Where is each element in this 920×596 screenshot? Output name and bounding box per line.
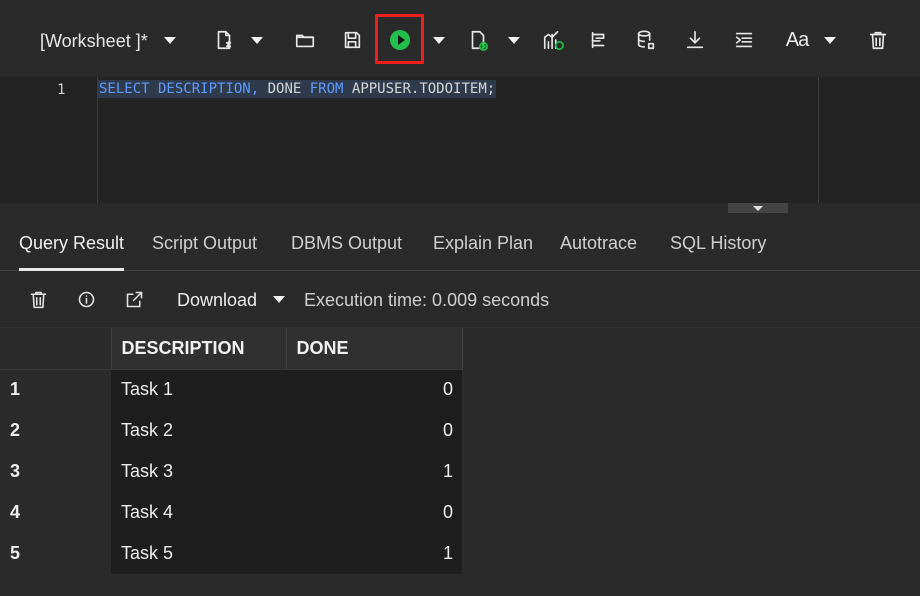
row-number-header: [0, 328, 112, 370]
trash-icon: [30, 291, 46, 308]
run-script-button[interactable]: [463, 26, 493, 54]
font-chevron[interactable]: [822, 26, 838, 54]
sql-editor[interactable]: 1 SELECT DESCRIPTION, DONE FROM APPUSER.…: [0, 77, 920, 203]
tab-explain-plan[interactable]: Explain Plan: [433, 232, 533, 266]
table-row[interactable]: 1 Task 1 0: [0, 369, 462, 410]
sql-column-done: DONE: [267, 81, 310, 97]
save-button[interactable]: [337, 26, 367, 54]
query-result-grid: DESCRIPTION DONE 1 Task 1 0 2 Task 2 0 3…: [0, 328, 920, 596]
row-number: 1: [0, 369, 111, 410]
database-button[interactable]: [631, 26, 661, 54]
chevron-down-icon: [508, 36, 520, 44]
run-statement-button[interactable]: [385, 26, 415, 54]
clear-button[interactable]: [863, 26, 893, 54]
table-row[interactable]: 3 Task 3 1: [0, 451, 462, 492]
clear-results-button[interactable]: [26, 287, 50, 311]
done-cell[interactable]: 0: [286, 492, 462, 533]
tab-dbms-output[interactable]: DBMS Output: [291, 232, 402, 266]
info-icon: [78, 291, 94, 307]
chevron-down-icon: [753, 205, 763, 211]
results-header-row: DESCRIPTION DONE: [0, 328, 463, 370]
trash-icon: [869, 31, 887, 50]
database-icon: [637, 30, 655, 50]
chevron-down-icon: [824, 36, 836, 44]
chevron-down-icon: [164, 36, 176, 44]
new-document-icon: [217, 30, 232, 50]
save-icon: [344, 31, 361, 49]
play-icon: [397, 35, 405, 45]
results-table: DESCRIPTION DONE 1 Task 1 0 2 Task 2 0 3…: [0, 328, 463, 574]
format-button[interactable]: [729, 26, 759, 54]
worksheet-toolbar: [Worksheet ]* Aa: [0, 0, 920, 77]
open-button[interactable]: [290, 26, 320, 54]
tab-query-result[interactable]: Query Result: [19, 232, 125, 271]
run-script-icon: [471, 30, 488, 51]
font-icon: Aa: [785, 28, 809, 51]
sql-worksheet-app: [Worksheet ]* Aa 1 SELECT DESCRIPTION, D…: [0, 0, 920, 596]
done-cell[interactable]: 1: [286, 533, 462, 574]
row-number: 2: [0, 410, 111, 451]
format-indent-icon: [735, 32, 753, 48]
editor-resize-handle[interactable]: [728, 203, 788, 213]
download-results-button[interactable]: Download: [177, 288, 257, 312]
chevron-down-icon[interactable]: [273, 296, 285, 303]
worksheet-menu-chevron[interactable]: [162, 26, 178, 54]
sql-table-name: APPUSER.TODOITEM;: [343, 81, 496, 97]
run-options-chevron[interactable]: [431, 26, 447, 54]
explain-plan-button[interactable]: [584, 26, 614, 54]
table-row[interactable]: 4 Task 4 0: [0, 492, 462, 533]
download-icon: [686, 30, 704, 49]
tree-icon: [591, 31, 605, 49]
new-worksheet-chevron[interactable]: [249, 26, 265, 54]
description-cell[interactable]: Task 1: [111, 369, 286, 410]
column-header-done[interactable]: DONE: [286, 328, 463, 370]
download-button[interactable]: [680, 26, 710, 54]
table-row[interactable]: 2 Task 2 0: [0, 410, 462, 451]
sql-code-line[interactable]: SELECT DESCRIPTION, DONE FROM APPUSER.TO…: [98, 80, 497, 98]
editor-right-border: [818, 77, 819, 203]
run-script-chevron[interactable]: [506, 26, 522, 54]
table-row[interactable]: 5 Task 5 1: [0, 533, 462, 574]
execution-time: Execution time: 0.009 seconds: [304, 290, 550, 310]
query-result-toolbar: Download Execution time: 0.009 seconds: [0, 271, 920, 328]
description-cell[interactable]: Task 5: [111, 533, 286, 574]
chart-icon: [543, 30, 564, 50]
row-number: 5: [0, 533, 111, 574]
sql-keyword-from: FROM: [309, 81, 344, 97]
folder-open-icon: [295, 34, 315, 48]
row-number: 4: [0, 492, 111, 533]
open-external-icon: [126, 291, 142, 307]
sql-column-description: DESCRIPTION,: [149, 81, 268, 97]
tab-autotrace[interactable]: Autotrace: [560, 232, 637, 266]
run-icon: [390, 30, 410, 50]
chevron-down-icon: [433, 36, 445, 44]
chevron-down-icon: [251, 36, 263, 44]
description-cell[interactable]: Task 2: [111, 410, 286, 451]
new-worksheet-button[interactable]: [209, 26, 239, 54]
tab-sql-history[interactable]: SQL History: [670, 232, 766, 266]
done-cell[interactable]: 0: [286, 369, 462, 410]
font-button[interactable]: Aa: [784, 26, 810, 54]
column-header-description[interactable]: DESCRIPTION: [111, 328, 287, 370]
worksheet-title[interactable]: [Worksheet ]*: [40, 27, 150, 55]
description-cell[interactable]: Task 3: [111, 451, 286, 492]
result-info-button[interactable]: [74, 287, 98, 311]
sql-keyword-select: SELECT: [99, 81, 150, 97]
line-number: 1: [57, 82, 66, 98]
description-cell[interactable]: Task 4: [111, 492, 286, 533]
chart-button[interactable]: [538, 26, 568, 54]
done-cell[interactable]: 0: [286, 410, 462, 451]
tab-script-output[interactable]: Script Output: [152, 232, 257, 266]
done-cell[interactable]: 1: [286, 451, 462, 492]
open-results-button[interactable]: [122, 287, 146, 311]
output-tabs: Query Result Script Output DBMS Output E…: [0, 215, 920, 271]
line-number-gutter: 1: [0, 77, 98, 203]
row-number: 3: [0, 451, 111, 492]
